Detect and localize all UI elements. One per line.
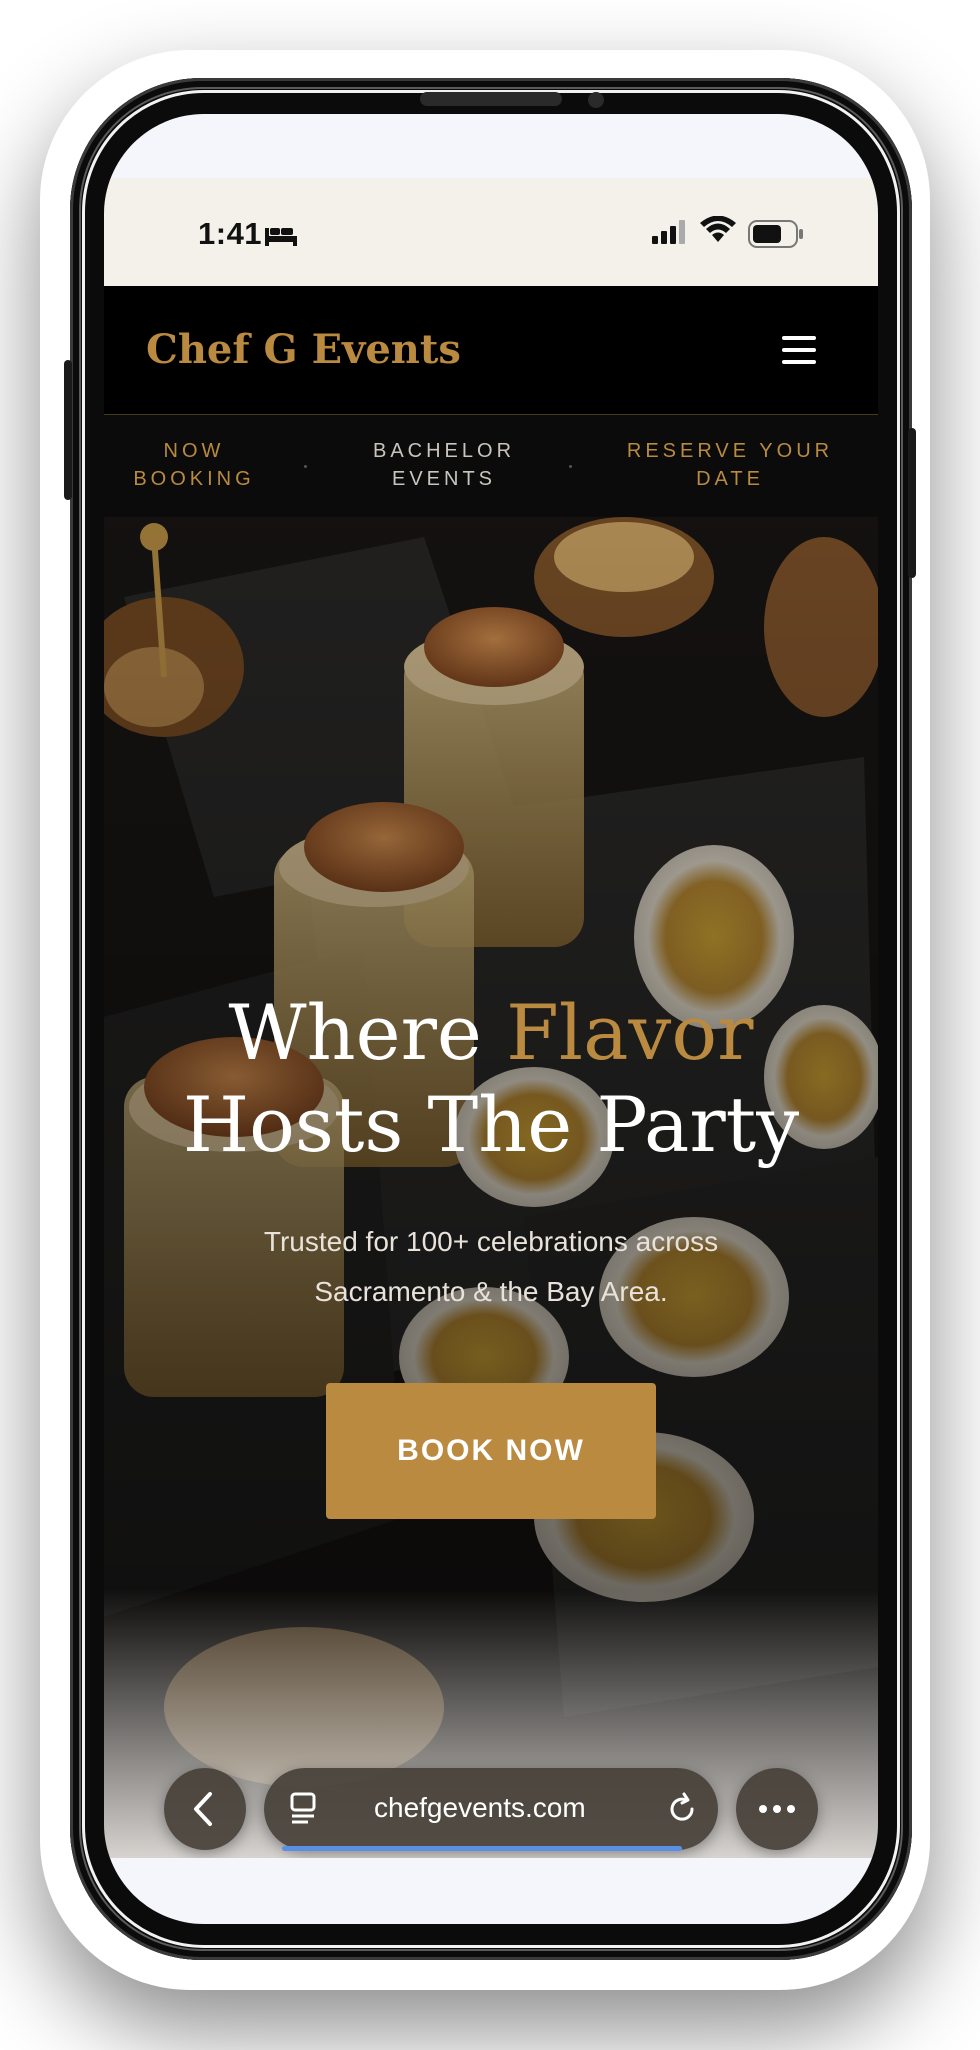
earpiece-speaker: [420, 92, 562, 106]
back-icon: [194, 1792, 212, 1826]
battery-icon: [748, 220, 803, 248]
back-button[interactable]: [164, 1768, 246, 1850]
site-header: Chef G Events: [104, 286, 878, 415]
browser-toolbar: chefgevents.com: [104, 1768, 878, 1858]
wifi-icon: [700, 216, 736, 242]
reload-icon[interactable]: [662, 1789, 702, 1829]
front-camera: [588, 92, 604, 108]
book-now-button[interactable]: BOOK NOW: [326, 1383, 656, 1519]
subnav-separator: [304, 465, 307, 468]
subnav-reserve-date[interactable]: RESERVE YOUR DATE: [600, 437, 860, 493]
sleep-icon: [265, 228, 297, 246]
subnav-bachelor-events[interactable]: BACHELOR EVENTS: [354, 437, 534, 493]
site-logo[interactable]: Chef G Events: [146, 326, 461, 373]
hero-subtitle: Trusted for 100+ celebrations across Sac…: [263, 1226, 719, 1307]
status-time: 1:41: [198, 216, 263, 251]
subnav-separator: [569, 465, 572, 468]
hero-title: Where Flavor Hosts The Party: [104, 987, 878, 1171]
volume-button: [64, 360, 72, 500]
signal-icon: [652, 220, 685, 244]
subnav-now-booking[interactable]: NOW BOOKING: [114, 437, 274, 493]
announcement-bar: NOW BOOKING BACHELOR EVENTS RESERVE YOUR…: [104, 415, 878, 517]
more-icon: [759, 1805, 795, 1813]
browser-viewport: 1:41 Chef G Events NOW BOOKING BACHELOR …: [104, 178, 878, 1858]
tabs-icon[interactable]: [286, 1789, 326, 1829]
hero-title-line2: Hosts The Party: [182, 1080, 800, 1169]
menu-icon[interactable]: [782, 336, 816, 364]
status-bar: 1:41: [104, 178, 878, 286]
phone-screen: 1:41 Chef G Events NOW BOOKING BACHELOR …: [104, 114, 878, 1924]
page-load-progress: [282, 1846, 682, 1851]
power-button: [908, 428, 916, 578]
hero-section: Where Flavor Hosts The Party Trusted for…: [104, 517, 878, 1858]
hero-title-where: Where: [228, 988, 507, 1077]
url-text: chefgevents.com: [374, 1792, 586, 1823]
hero-title-flavor: Flavor: [506, 988, 754, 1077]
hero-overlay: [104, 517, 878, 1858]
more-button[interactable]: [736, 1768, 818, 1850]
address-bar[interactable]: chefgevents.com: [264, 1768, 718, 1851]
